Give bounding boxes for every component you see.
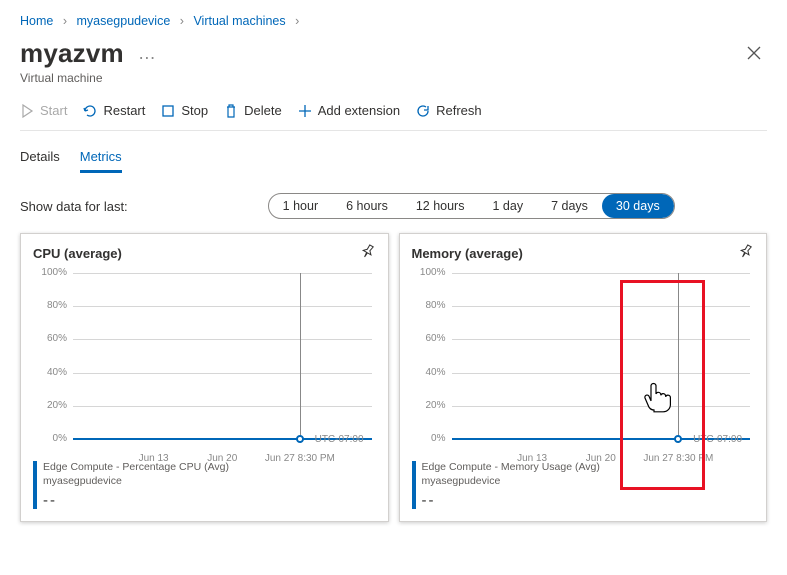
cpu-chart[interactable]: 100% 80% 60% 40% 20% 0% Jun 13 Jun 20 Ju… [33, 273, 376, 453]
cpu-hover-point [296, 435, 304, 443]
restart-icon [83, 104, 97, 118]
memory-hover-point [674, 435, 682, 443]
stop-button[interactable]: Stop [161, 103, 208, 118]
pin-icon [360, 244, 376, 260]
memory-timezone: UTC-07:00 [693, 434, 742, 445]
breadcrumb: Home › myasegpudevice › Virtual machines… [20, 8, 767, 38]
memory-legend[interactable]: Edge Compute - Memory Usage (Avg) myaseg… [412, 461, 755, 509]
stop-icon [161, 104, 175, 118]
memory-card-title: Memory (average) [412, 246, 523, 261]
more-menu-icon[interactable]: … [138, 43, 156, 64]
breadcrumb-device[interactable]: myasegpudevice [76, 14, 170, 28]
range-7days[interactable]: 7 days [537, 194, 602, 218]
memory-chart-card: Memory (average) 100% 80% 60% 40% 20% 0% [399, 233, 768, 522]
time-range-picker: 1 hour 6 hours 12 hours 1 day 7 days 30 … [268, 193, 675, 219]
close-icon [747, 46, 761, 60]
memory-legend-sub: myasegpudevice [422, 475, 600, 489]
memory-hover-line [678, 273, 679, 443]
memory-legend-value: -- [422, 492, 600, 509]
range-12hours[interactable]: 12 hours [402, 194, 479, 218]
cpu-card-title: CPU (average) [33, 246, 122, 261]
memory-chart[interactable]: 100% 80% 60% 40% 20% 0% Jun 13 Jun 20 Ju… [412, 273, 755, 453]
cpu-chart-card: CPU (average) 100% 80% 60% 40% 20% 0% [20, 233, 389, 522]
cpu-legend-value: -- [43, 492, 229, 509]
pin-button[interactable] [738, 244, 754, 263]
delete-button[interactable]: Delete [224, 103, 282, 118]
page-title: myazvm [20, 38, 124, 69]
trash-icon [224, 104, 238, 118]
restart-button[interactable]: Restart [83, 103, 145, 118]
chevron-right-icon: › [180, 14, 184, 28]
chevron-right-icon: › [295, 14, 299, 28]
show-data-label: Show data for last: [20, 199, 128, 214]
play-icon [20, 104, 34, 118]
breadcrumb-vms[interactable]: Virtual machines [193, 14, 285, 28]
cpu-timezone: UTC-07:00 [315, 434, 364, 445]
pin-button[interactable] [360, 244, 376, 263]
memory-legend-name: Edge Compute - Memory Usage (Avg) [422, 461, 600, 475]
refresh-icon [416, 104, 430, 118]
breadcrumb-home[interactable]: Home [20, 14, 53, 28]
chevron-right-icon: › [63, 14, 67, 28]
cpu-legend-sub: myasegpudevice [43, 475, 229, 489]
range-1day[interactable]: 1 day [478, 194, 537, 218]
pin-icon [738, 244, 754, 260]
range-30days[interactable]: 30 days [602, 194, 674, 218]
command-bar: Start Restart Stop Delete Add extension … [20, 85, 767, 131]
range-6hours[interactable]: 6 hours [332, 194, 402, 218]
cpu-legend-name: Edge Compute - Percentage CPU (Avg) [43, 461, 229, 475]
cpu-hover-line [300, 273, 301, 443]
add-extension-button[interactable]: Add extension [298, 103, 400, 118]
close-button[interactable] [741, 38, 767, 71]
range-1hour[interactable]: 1 hour [269, 194, 332, 218]
tab-details[interactable]: Details [20, 145, 60, 173]
cpu-legend[interactable]: Edge Compute - Percentage CPU (Avg) myas… [33, 461, 376, 509]
tab-metrics[interactable]: Metrics [80, 145, 122, 173]
plus-icon [298, 104, 312, 118]
start-button: Start [20, 103, 67, 118]
page-subtitle: Virtual machine [20, 71, 156, 85]
tab-bar: Details Metrics [20, 145, 767, 173]
refresh-button[interactable]: Refresh [416, 103, 482, 118]
